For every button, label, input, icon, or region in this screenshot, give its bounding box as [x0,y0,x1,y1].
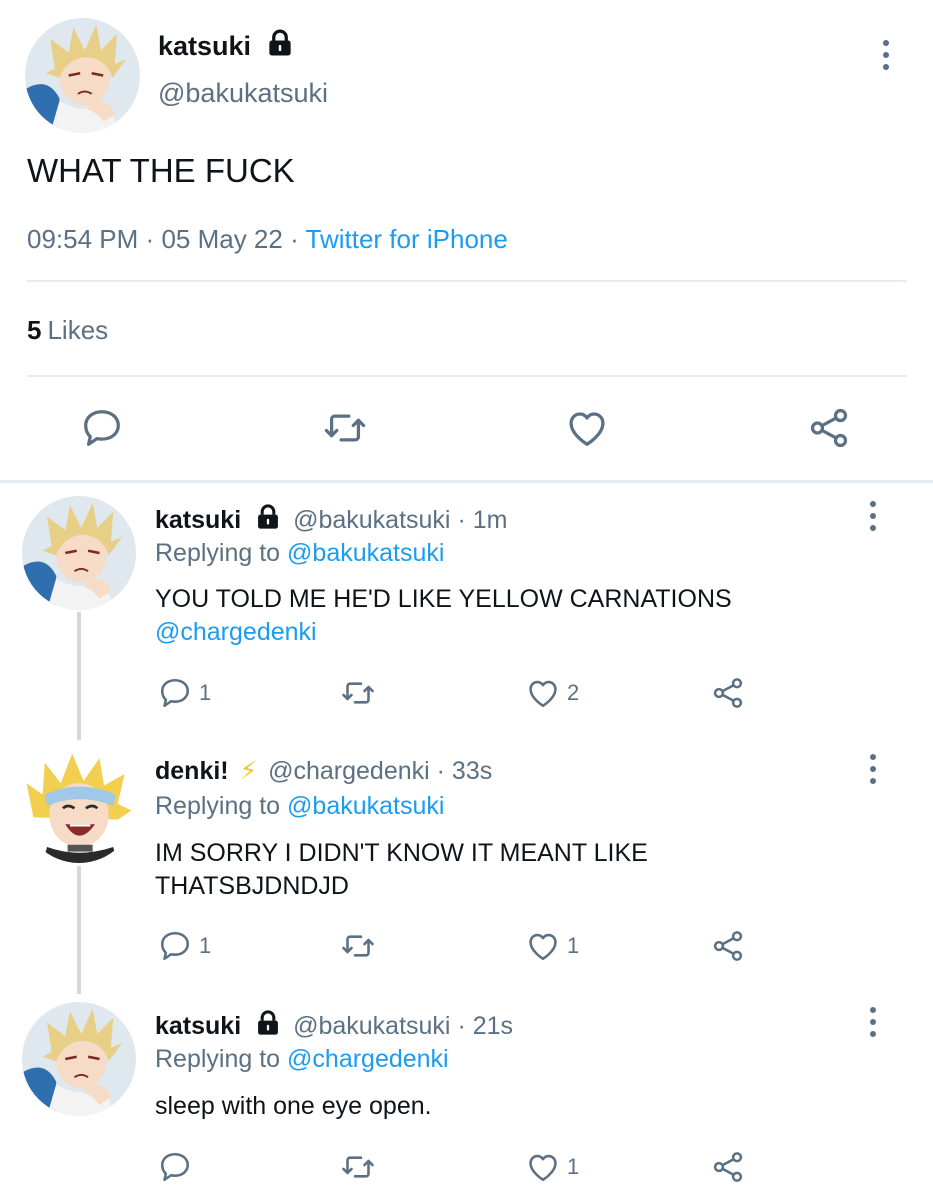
meta-separator: · [457,506,466,534]
reply-text: sleep with one eye open. [155,1090,432,1123]
retweet-button[interactable] [322,405,368,451]
share-button[interactable] [710,1147,746,1187]
retweet-button[interactable] [340,1147,376,1187]
share-icon [710,675,746,711]
author-name[interactable]: katsuki [158,28,295,62]
like-count: 1 [567,933,580,958]
mention-link[interactable]: @chargedenki [155,616,732,649]
thread-line [77,866,81,994]
reply-header: denki! ⚡ @chargedenki · 33s [155,756,492,786]
replying-to-link[interactable]: @bakukatsuki [287,539,444,567]
like-button[interactable]: 2 [525,673,579,713]
section-divider [0,480,933,483]
retweet-button[interactable] [340,673,376,713]
lock-icon [254,1009,282,1037]
meta-separator: · [457,1012,466,1040]
avatar[interactable] [22,1002,136,1116]
likes-count: 5 [27,315,42,345]
like-button[interactable]: 1 [525,1147,579,1187]
author-name[interactable]: katsuki [155,1012,241,1040]
retweet-icon [340,928,376,964]
reply-count: 1 [199,933,212,958]
reply-button[interactable] [157,1147,193,1187]
share-button[interactable] [806,405,852,451]
more-vertical-icon[interactable] [863,496,883,536]
author-name[interactable]: denki! [155,757,229,785]
retweet-icon [340,1149,376,1185]
reply-text: IM SORRY I DIDN'T KNOW IT MEANT LIKE THA… [155,837,648,903]
reply-header: katsuki @bakukatsuki · 21s [155,1009,513,1041]
share-button[interactable] [710,926,746,966]
author-name-text: katsuki [158,31,252,61]
tweet-time: 09:54 PM [27,224,139,254]
author-handle[interactable]: @bakukatsuki [158,78,328,109]
divider [27,375,907,377]
reply-age: 33s [451,757,493,785]
heart-icon [525,675,561,711]
replying-to-link[interactable]: @bakukatsuki [287,792,444,820]
reply-text-line: THATSBJDNDJD [155,872,349,900]
share-icon [806,405,852,451]
share-icon [710,1149,746,1185]
reply-age: 21s [472,1012,514,1040]
like-button[interactable] [564,405,610,451]
tweet-date: 05 May 22 [161,224,283,254]
more-vertical-icon[interactable] [876,35,896,75]
reply-button[interactable] [79,405,125,451]
meta-separator: · [290,224,299,254]
replying-to: Replying to @bakukatsuki [155,539,444,568]
replying-label: Replying to [155,539,281,567]
tweet-meta: 09:54 PM · 05 May 22 · Twitter for iPhon… [27,224,508,255]
author-handle[interactable]: @chargedenki [268,757,430,785]
tweet-text: WHAT THE FUCK [27,152,295,189]
reply-header: katsuki @bakukatsuki · 1m [155,503,507,535]
avatar[interactable] [22,749,136,863]
retweet-icon [322,405,368,451]
reply-count: 1 [199,680,212,705]
meta-separator: · [436,757,445,785]
reply-icon [79,405,125,451]
thread-line [77,612,81,740]
reply-button[interactable]: 1 [157,673,211,713]
reply-icon [157,1149,193,1185]
share-button[interactable] [710,673,746,713]
lock-icon [265,28,295,58]
divider [27,280,907,282]
like-button[interactable]: 1 [525,926,579,966]
share-icon [710,928,746,964]
reply-icon [157,675,193,711]
heart-icon [525,1149,561,1185]
heart-icon [525,928,561,964]
like-count: 2 [567,680,580,705]
author-name[interactable]: katsuki [155,506,241,534]
author-handle[interactable]: @bakukatsuki [293,506,450,534]
like-count: 1 [567,1154,580,1179]
reply-text-line: sleep with one eye open. [155,1092,432,1120]
retweet-icon [340,675,376,711]
replying-to-link[interactable]: @chargedenki [287,1045,449,1073]
reply-text: YOU TOLD ME HE'D LIKE YELLOW CARNATIONS … [155,583,732,649]
reply-button[interactable]: 1 [157,926,211,966]
reply-text-line: YOU TOLD ME HE'D LIKE YELLOW CARNATIONS [155,585,732,613]
more-vertical-icon[interactable] [863,749,883,789]
replying-label: Replying to [155,1045,281,1073]
replying-label: Replying to [155,792,281,820]
heart-icon [564,405,610,451]
lightning-emoji: ⚡ [239,757,258,785]
author-handle[interactable]: @bakukatsuki [293,1012,450,1040]
likes-stat[interactable]: 5 Likes [27,315,108,346]
replying-to: Replying to @bakukatsuki [155,792,444,821]
meta-separator: · [145,224,155,254]
replying-to: Replying to @chargedenki [155,1045,449,1074]
lock-icon [254,503,282,531]
avatar[interactable] [25,18,140,133]
reply-age: 1m [472,506,508,534]
more-vertical-icon[interactable] [863,1002,883,1042]
likes-label: Likes [47,315,109,345]
tweet-client-link[interactable]: Twitter for iPhone [306,224,508,254]
reply-text-line: IM SORRY I DIDN'T KNOW IT MEANT LIKE [155,839,648,867]
retweet-button[interactable] [340,926,376,966]
reply-icon [157,928,193,964]
avatar[interactable] [22,496,136,610]
